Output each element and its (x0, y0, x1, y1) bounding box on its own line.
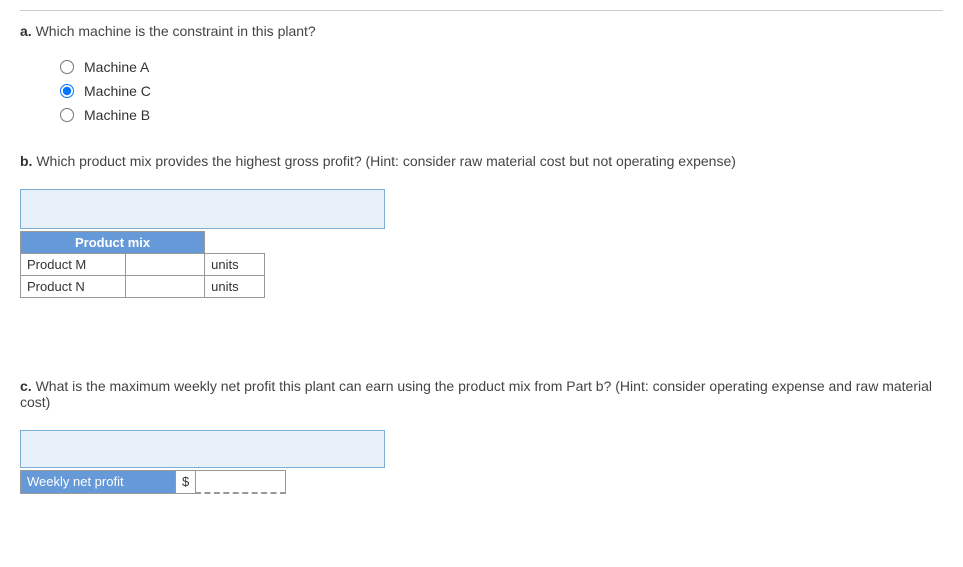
question-a-body: Which machine is the constraint in this … (36, 23, 316, 39)
radio-option-machine-c[interactable]: Machine C (60, 83, 943, 99)
question-b-text: b. Which product mix provides the highes… (20, 153, 943, 169)
question-a-prefix: a. (20, 23, 32, 39)
question-a: a. Which machine is the constraint in th… (20, 23, 943, 123)
radio-label-machine-c: Machine C (84, 83, 151, 99)
weekly-profit-table: Weekly net profit $ (20, 470, 286, 494)
question-b-body: Which product mix provides the highest g… (36, 153, 736, 169)
radio-label-machine-b: Machine B (84, 107, 150, 123)
radio-group-machines: Machine A Machine C Machine B (20, 59, 943, 123)
radio-input-machine-c[interactable] (60, 84, 74, 98)
product-mix-table: Product mix Product M units Product N un… (20, 231, 265, 298)
table-row-product-n: Product N units (21, 276, 265, 298)
label-product-n: Product N (21, 276, 126, 298)
radio-input-machine-b[interactable] (60, 108, 74, 122)
unit-product-n: units (205, 276, 265, 298)
input-product-m[interactable] (132, 257, 198, 272)
input-cell-weekly-profit[interactable] (196, 471, 286, 494)
table-row-product-m: Product M units (21, 254, 265, 276)
currency-symbol: $ (176, 471, 196, 494)
input-product-n[interactable] (132, 279, 198, 294)
table-header-product-mix: Product mix (21, 232, 205, 254)
input-weekly-profit[interactable] (202, 474, 279, 489)
table-row-weekly-profit: Weekly net profit $ (21, 471, 286, 494)
question-c: c. What is the maximum weekly net profit… (20, 378, 943, 494)
radio-input-machine-a[interactable] (60, 60, 74, 74)
label-weekly-net-profit: Weekly net profit (21, 471, 176, 494)
input-cell-product-m[interactable] (125, 254, 204, 276)
question-a-text: a. Which machine is the constraint in th… (20, 23, 943, 39)
question-c-prefix: c. (20, 378, 32, 394)
label-product-m: Product M (21, 254, 126, 276)
radio-option-machine-a[interactable]: Machine A (60, 59, 943, 75)
table-header-row: Product mix (21, 232, 265, 254)
table-header-empty (205, 232, 265, 254)
question-b-prefix: b. (20, 153, 32, 169)
radio-option-machine-b[interactable]: Machine B (60, 107, 943, 123)
question-c-text: c. What is the maximum weekly net profit… (20, 378, 943, 410)
top-divider (20, 10, 943, 11)
input-cell-product-n[interactable] (125, 276, 204, 298)
radio-label-machine-a: Machine A (84, 59, 149, 75)
unit-product-m: units (205, 254, 265, 276)
instruction-box-b (20, 189, 385, 229)
question-c-body: What is the maximum weekly net profit th… (20, 378, 932, 410)
question-b: b. Which product mix provides the highes… (20, 153, 943, 298)
instruction-box-c (20, 430, 385, 468)
